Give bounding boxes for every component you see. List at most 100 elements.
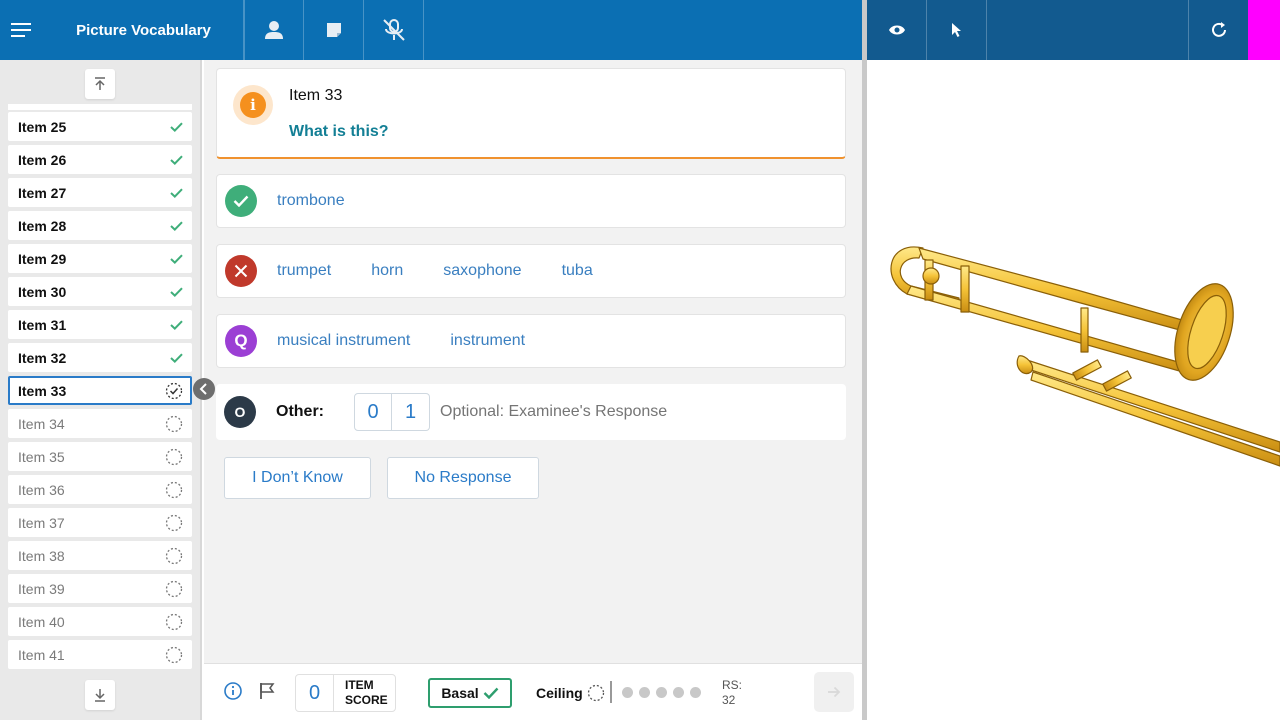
in-progress-icon xyxy=(165,382,183,400)
response-option[interactable]: musical instrument xyxy=(277,332,410,350)
question-card: i Item 33 What is this? xyxy=(216,68,846,159)
pending-circle-icon xyxy=(165,481,183,499)
pointer-icon xyxy=(951,23,961,37)
refresh-button[interactable] xyxy=(1188,0,1248,60)
next-button[interactable] xyxy=(814,672,854,712)
ceiling-progress-dots xyxy=(622,687,701,698)
raw-score: RS: 32 xyxy=(722,678,742,708)
check-icon xyxy=(170,320,183,330)
item-title: Item 33 xyxy=(289,87,343,104)
correct-check-icon[interactable] xyxy=(225,185,257,217)
sidebar-item-label: Item 38 xyxy=(18,547,65,564)
sidebar-item[interactable]: Item 30 xyxy=(8,277,192,306)
dont-know-button[interactable]: I Don’t Know xyxy=(224,457,371,499)
check-icon xyxy=(170,188,183,198)
top-bar: Picture Vocabulary xyxy=(0,0,862,60)
other-score-0-button[interactable]: 0 xyxy=(354,393,392,431)
response-option[interactable]: saxophone xyxy=(443,262,521,280)
response-option[interactable]: tuba xyxy=(562,262,593,280)
info-icon: i xyxy=(240,92,266,118)
ceiling-dot xyxy=(622,687,633,698)
examinee-response-input[interactable] xyxy=(440,403,700,421)
sidebar-item[interactable]: Item 40 xyxy=(8,607,192,636)
ceiling-label: Ceiling xyxy=(536,685,583,701)
response-option[interactable]: horn xyxy=(371,262,403,280)
footer-separator xyxy=(610,681,612,703)
no-response-button[interactable]: No Response xyxy=(387,457,539,499)
sidebar-item[interactable]: Item 38 xyxy=(8,541,192,570)
sidebar-item[interactable]: Item 33 xyxy=(8,376,192,405)
test-title: Picture Vocabulary xyxy=(44,0,244,60)
check-icon xyxy=(170,287,183,297)
preview-button[interactable] xyxy=(867,0,927,60)
info-badge: i xyxy=(233,85,273,125)
query-q-icon[interactable]: Q xyxy=(225,325,257,357)
check-icon xyxy=(170,155,183,165)
sidebar-item-label: Item 36 xyxy=(18,481,65,498)
sidebar-item[interactable]: Item 32 xyxy=(8,343,192,372)
flag-icon xyxy=(260,683,275,699)
sidebar-item[interactable]: Item 34 xyxy=(8,409,192,438)
item-score-value: 0 xyxy=(296,675,334,711)
info-circle-icon xyxy=(224,682,242,700)
check-icon xyxy=(170,254,183,264)
item-score-box: 0 ITEM SCORE xyxy=(295,674,396,712)
scroll-top-button[interactable] xyxy=(85,69,115,99)
sidebar-item[interactable]: Item 25 xyxy=(8,112,192,141)
eye-icon xyxy=(888,25,905,35)
pending-circle-icon xyxy=(587,684,604,702)
sidebar-item[interactable]: Item 41 xyxy=(8,640,192,669)
sidebar-item[interactable]: Item 39 xyxy=(8,574,192,603)
correct-responses-row: trombone xyxy=(216,174,846,228)
main-panel: i Item 33 What is this? trombone trumpet… xyxy=(204,60,862,663)
scroll-bottom-button[interactable] xyxy=(85,680,115,710)
sidebar-item[interactable]: Item 26 xyxy=(8,145,192,174)
mic-button[interactable] xyxy=(364,0,424,60)
other-o-icon[interactable]: O xyxy=(224,396,256,428)
menu-icon xyxy=(11,23,31,37)
item-score-label-line2: SCORE xyxy=(345,693,388,707)
response-option[interactable]: instrument xyxy=(450,332,525,350)
raw-score-label: RS: xyxy=(722,678,743,692)
menu-button[interactable] xyxy=(0,0,44,60)
response-option[interactable]: trombone xyxy=(277,192,345,210)
other-score-1-button[interactable]: 1 xyxy=(392,393,430,431)
flag-button[interactable] xyxy=(259,682,275,705)
sidebar-item-label: Item 27 xyxy=(18,184,67,201)
sidebar-item-label: Item 37 xyxy=(18,514,65,531)
sidebar-item-label: Item 33 xyxy=(18,382,67,399)
pending-circle-icon xyxy=(165,514,183,532)
basal-badge: Basal xyxy=(428,678,512,708)
sidebar-item-label: Item 29 xyxy=(18,250,67,267)
ceiling-status: Ceiling xyxy=(536,684,605,702)
sidebar-item-label: Item 31 xyxy=(18,316,67,333)
sidebar-item-label: Item 35 xyxy=(18,448,65,465)
response-option[interactable]: trumpet xyxy=(277,262,331,280)
arrow-right-icon xyxy=(828,686,841,698)
sidebar-item[interactable]: Item 37 xyxy=(8,508,192,537)
collapse-sidebar-button[interactable] xyxy=(193,378,215,400)
pointer-button[interactable] xyxy=(927,0,987,60)
sidebar-item[interactable]: Item 31 xyxy=(8,310,192,339)
sidebar-item-label: Item 30 xyxy=(18,283,67,300)
sidebar-item-label: Item 41 xyxy=(18,646,65,663)
sidebar-item-label: Item 26 xyxy=(18,151,67,168)
arrow-to-bottom-icon xyxy=(95,689,105,702)
list-item-partial xyxy=(8,104,192,110)
sidebar-item-label: Item 34 xyxy=(18,415,65,432)
incorrect-x-icon[interactable] xyxy=(225,255,257,287)
mic-off-icon xyxy=(382,19,405,41)
pending-circle-icon xyxy=(165,448,183,466)
sidebar-item[interactable]: Item 27 xyxy=(8,178,192,207)
notes-button[interactable] xyxy=(304,0,364,60)
sidebar-item[interactable]: Item 29 xyxy=(8,244,192,273)
examinee-icon xyxy=(265,21,283,39)
stimulus-toolbar xyxy=(867,0,1280,60)
check-icon xyxy=(170,353,183,363)
examinee-button[interactable] xyxy=(244,0,304,60)
info-button[interactable] xyxy=(224,682,242,705)
sidebar-item[interactable]: Item 36 xyxy=(8,475,192,504)
item-score-label: ITEM SCORE xyxy=(334,678,388,708)
sidebar-item[interactable]: Item 28 xyxy=(8,211,192,240)
sidebar-item[interactable]: Item 35 xyxy=(8,442,192,471)
